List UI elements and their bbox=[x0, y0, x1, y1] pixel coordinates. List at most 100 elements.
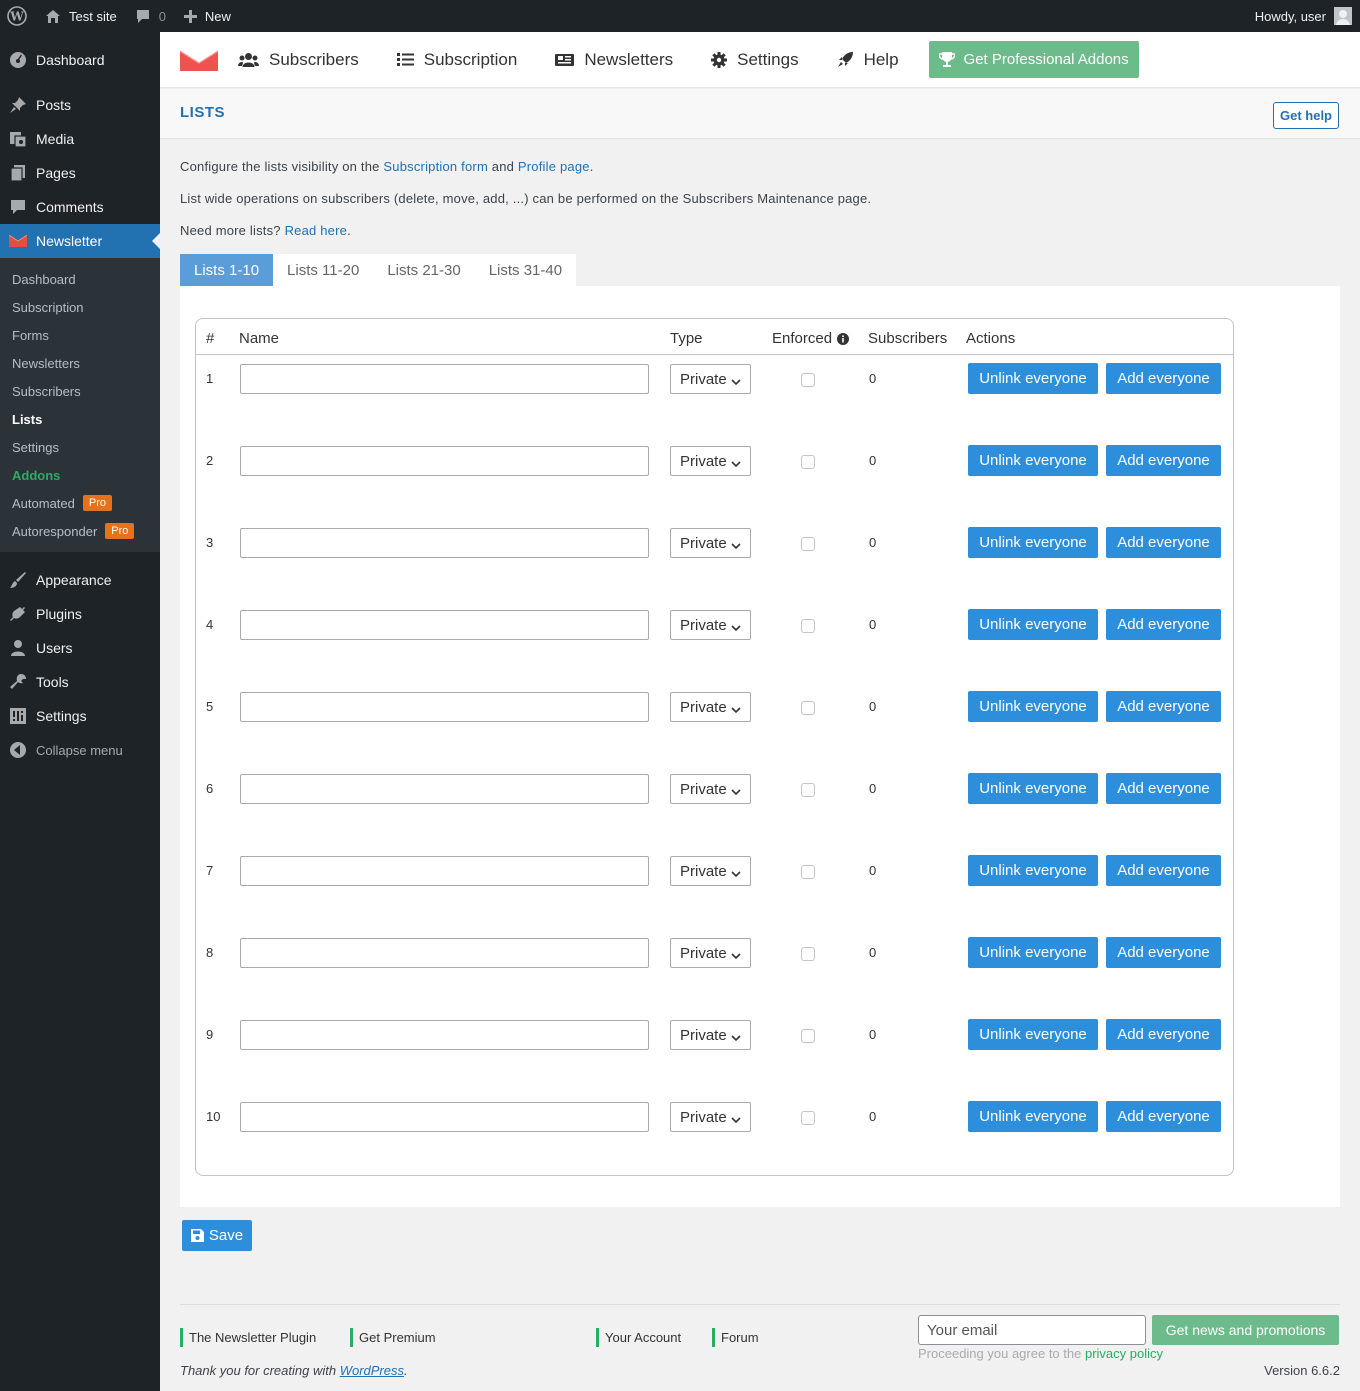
newsletter-email-input[interactable]: Your email bbox=[918, 1315, 1146, 1345]
add-everyone-button[interactable]: Add everyone bbox=[1106, 363, 1221, 394]
list-type-select[interactable]: Private bbox=[670, 856, 751, 886]
list-name-input[interactable] bbox=[240, 856, 649, 886]
list-name-input[interactable] bbox=[240, 938, 649, 968]
list-type-select[interactable]: Private bbox=[670, 446, 751, 476]
add-everyone-button[interactable]: Add everyone bbox=[1106, 691, 1221, 722]
footer-link-forum[interactable]: Forum bbox=[712, 1328, 759, 1347]
nav-help[interactable]: Help bbox=[837, 50, 899, 70]
unlink-everyone-button[interactable]: Unlink everyone bbox=[968, 937, 1098, 968]
sidebar-item-dashboard[interactable]: Dashboard bbox=[0, 43, 160, 77]
enforced-checkbox[interactable] bbox=[801, 373, 815, 387]
account-menu[interactable]: Howdy, user bbox=[1255, 0, 1360, 32]
unlink-everyone-button[interactable]: Unlink everyone bbox=[968, 363, 1098, 394]
list-name-input[interactable] bbox=[240, 774, 649, 804]
list-name-input[interactable] bbox=[240, 692, 649, 722]
save-button[interactable]: Save bbox=[182, 1220, 252, 1251]
unlink-everyone-button[interactable]: Unlink everyone bbox=[968, 1019, 1098, 1050]
sidebar-item-posts[interactable]: Posts bbox=[0, 88, 160, 122]
enforced-checkbox[interactable] bbox=[801, 701, 815, 715]
list-type-select[interactable]: Private bbox=[670, 610, 751, 640]
sidebar-item-users[interactable]: Users bbox=[0, 631, 160, 665]
submenu-item-addons[interactable]: Addons bbox=[0, 461, 160, 489]
list-name-input[interactable] bbox=[240, 446, 649, 476]
enforced-checkbox[interactable] bbox=[801, 947, 815, 961]
sidebar-item-pages[interactable]: Pages bbox=[0, 156, 160, 190]
submenu-item-settings[interactable]: Settings bbox=[0, 433, 160, 461]
unlink-everyone-button[interactable]: Unlink everyone bbox=[968, 609, 1098, 640]
list-type-select[interactable]: Private bbox=[670, 1020, 751, 1050]
unlink-everyone-button[interactable]: Unlink everyone bbox=[968, 855, 1098, 886]
get-news-button[interactable]: Get news and promotions bbox=[1152, 1315, 1339, 1345]
list-type-select[interactable]: Private bbox=[670, 774, 751, 804]
submenu-item-subscription[interactable]: Subscription bbox=[0, 293, 160, 321]
sidebar-item-appearance[interactable]: Appearance bbox=[0, 563, 160, 597]
submenu-item-dashboard[interactable]: Dashboard bbox=[0, 265, 160, 293]
info-icon[interactable] bbox=[837, 332, 850, 345]
get-pro-addons-button[interactable]: Get Professional Addons bbox=[928, 41, 1139, 78]
list-name-input[interactable] bbox=[240, 528, 649, 558]
sidebar-item-comments[interactable]: Comments bbox=[0, 190, 160, 224]
new-content-link[interactable]: New bbox=[174, 0, 239, 32]
footer-link-newsletter-plugin[interactable]: The Newsletter Plugin bbox=[180, 1328, 316, 1347]
list-type-select[interactable]: Private bbox=[670, 364, 751, 394]
list-type-select[interactable]: Private bbox=[670, 1102, 751, 1132]
submenu-item-forms[interactable]: Forms bbox=[0, 321, 160, 349]
list-type-select[interactable]: Private bbox=[670, 528, 751, 558]
submenu-item-subscribers[interactable]: Subscribers bbox=[0, 377, 160, 405]
tab-lists-21-30[interactable]: Lists 21-30 bbox=[373, 254, 474, 286]
list-name-input[interactable] bbox=[240, 610, 649, 640]
newsletter-logo-icon[interactable] bbox=[179, 49, 219, 71]
add-everyone-button[interactable]: Add everyone bbox=[1106, 445, 1221, 476]
tab-lists-1-10[interactable]: Lists 1-10 bbox=[180, 254, 274, 286]
sidebar-item-media[interactable]: Media bbox=[0, 122, 160, 156]
nav-subscription[interactable]: Subscription bbox=[396, 50, 517, 70]
enforced-checkbox[interactable] bbox=[801, 537, 815, 551]
nav-newsletters[interactable]: Newsletters bbox=[555, 50, 673, 70]
footer-link-your-account[interactable]: Your Account bbox=[596, 1328, 681, 1347]
enforced-checkbox[interactable] bbox=[801, 1029, 815, 1043]
tab-lists-31-40[interactable]: Lists 31-40 bbox=[475, 254, 576, 286]
nav-settings[interactable]: Settings bbox=[711, 50, 799, 70]
wordpress-link[interactable]: WordPress bbox=[340, 1363, 404, 1378]
unlink-everyone-button[interactable]: Unlink everyone bbox=[968, 1101, 1098, 1132]
profile-page-link[interactable]: Profile page bbox=[518, 159, 590, 174]
unlink-everyone-button[interactable]: Unlink everyone bbox=[968, 773, 1098, 804]
nav-subscribers[interactable]: Subscribers bbox=[238, 50, 359, 70]
submenu-item-autoresponder[interactable]: Autoresponder Pro bbox=[0, 517, 160, 545]
sidebar-item-newsletter[interactable]: Newsletter bbox=[0, 224, 160, 258]
enforced-checkbox[interactable] bbox=[801, 865, 815, 879]
enforced-checkbox[interactable] bbox=[801, 455, 815, 469]
footer-link-get-premium[interactable]: Get Premium bbox=[350, 1328, 436, 1347]
comments-link[interactable]: 0 bbox=[125, 0, 174, 32]
unlink-everyone-button[interactable]: Unlink everyone bbox=[968, 445, 1098, 476]
list-name-input[interactable] bbox=[240, 364, 649, 394]
list-name-input[interactable] bbox=[240, 1020, 649, 1050]
sidebar-item-settings[interactable]: Settings bbox=[0, 699, 160, 733]
subscription-form-link[interactable]: Subscription form bbox=[383, 159, 488, 174]
add-everyone-button[interactable]: Add everyone bbox=[1106, 527, 1221, 558]
add-everyone-button[interactable]: Add everyone bbox=[1106, 855, 1221, 886]
get-help-button[interactable]: Get help bbox=[1272, 102, 1339, 129]
list-type-select[interactable]: Private bbox=[670, 938, 751, 968]
enforced-checkbox[interactable] bbox=[801, 783, 815, 797]
enforced-checkbox[interactable] bbox=[801, 1111, 815, 1125]
enforced-checkbox[interactable] bbox=[801, 619, 815, 633]
site-name-link[interactable]: Test site bbox=[35, 0, 125, 32]
privacy-policy-link[interactable]: privacy policy bbox=[1085, 1346, 1163, 1361]
submenu-item-automated[interactable]: Automated Pro bbox=[0, 489, 160, 517]
unlink-everyone-button[interactable]: Unlink everyone bbox=[968, 527, 1098, 558]
read-here-link[interactable]: Read here bbox=[285, 223, 348, 238]
list-name-input[interactable] bbox=[240, 1102, 649, 1132]
sidebar-item-tools[interactable]: Tools bbox=[0, 665, 160, 699]
sidebar-item-plugins[interactable]: Plugins bbox=[0, 597, 160, 631]
wordpress-logo-icon[interactable]: W bbox=[0, 0, 35, 32]
list-type-select[interactable]: Private bbox=[670, 692, 751, 722]
tab-lists-11-20[interactable]: Lists 11-20 bbox=[273, 254, 373, 286]
collapse-menu-button[interactable]: Collapse menu bbox=[0, 733, 160, 767]
add-everyone-button[interactable]: Add everyone bbox=[1106, 1101, 1221, 1132]
add-everyone-button[interactable]: Add everyone bbox=[1106, 609, 1221, 640]
submenu-item-lists[interactable]: Lists bbox=[0, 405, 160, 433]
add-everyone-button[interactable]: Add everyone bbox=[1106, 1019, 1221, 1050]
add-everyone-button[interactable]: Add everyone bbox=[1106, 937, 1221, 968]
unlink-everyone-button[interactable]: Unlink everyone bbox=[968, 691, 1098, 722]
